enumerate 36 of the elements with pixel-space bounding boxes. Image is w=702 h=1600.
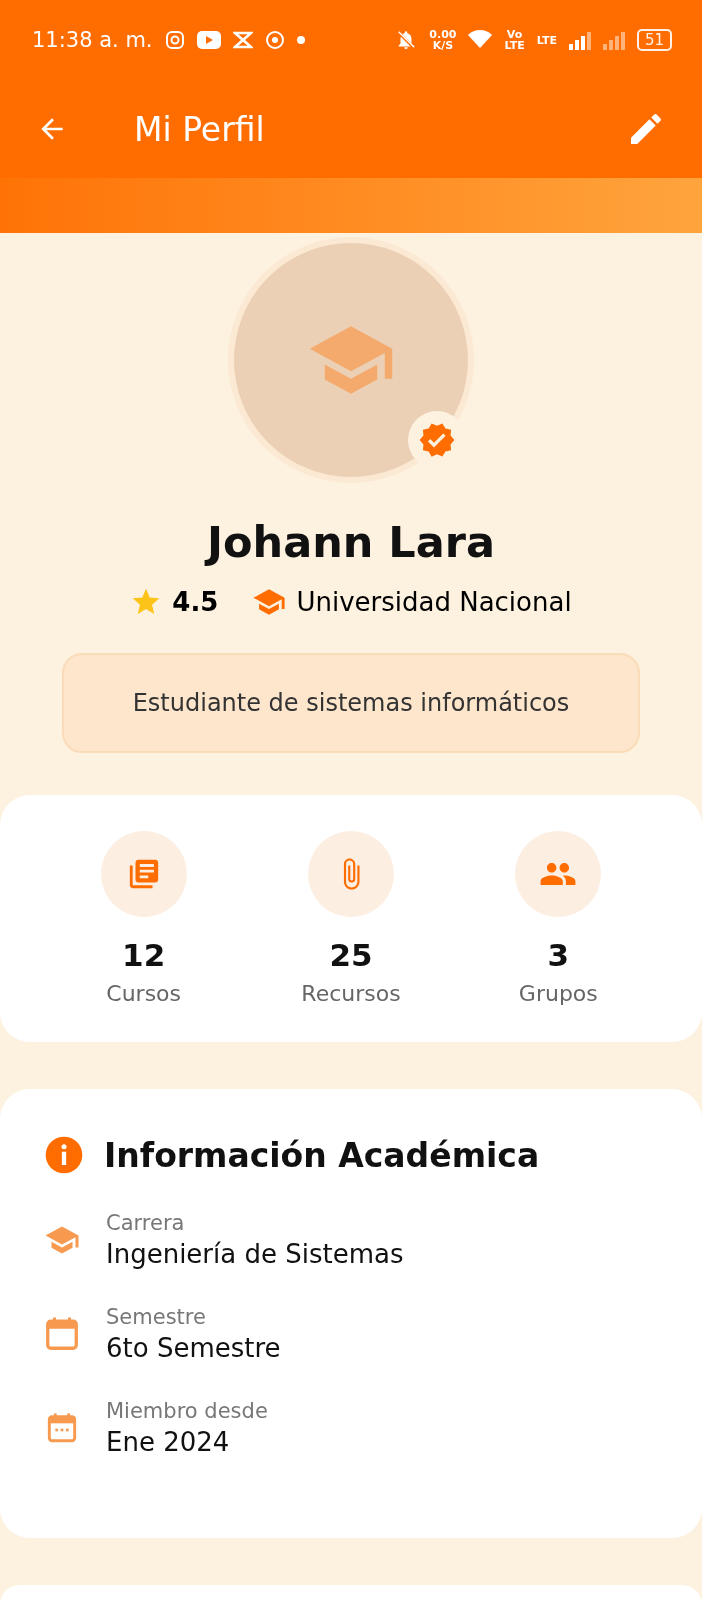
lte-label: LTE [536,33,557,47]
bio-text: Estudiante de sistemas informáticos [62,653,640,753]
status-time: 11:38 a. m. [32,28,153,52]
net-speed: 0.00 [429,29,457,40]
wifi-icon [468,30,493,50]
stat-label: Recursos [301,981,401,1006]
coin-icon [264,30,285,50]
dot-icon [296,36,305,44]
play-icon [196,31,221,49]
stat-value: 3 [547,937,570,973]
stat-label: Grupos [518,981,598,1006]
signal-icon [602,30,625,50]
calendar-icon [44,1315,80,1353]
net-unit: K/S [432,40,454,51]
section-title: Información Académica [104,1135,540,1175]
info-label: Semestre [106,1305,207,1329]
signal-icon [568,30,591,50]
screen-title: Mi Perfil [134,109,266,149]
volte-label: LTE [504,40,525,51]
volte-label: Vo [506,29,523,40]
calendar-icon [46,1411,78,1445]
info-value: 6to Semestre [106,1333,281,1363]
camera-icon [164,30,185,50]
university: Universidad Nacional [296,587,572,617]
battery-level: 51 [636,29,672,51]
verified-icon [418,421,456,459]
info-icon [44,1135,84,1175]
info-value: Ene 2024 [106,1427,231,1457]
muted-bell-icon [395,29,418,51]
stat-label: Cursos [106,981,181,1006]
rating: 4.5 [172,587,219,617]
info-label: Carrera [106,1211,186,1235]
info-value: Ingeniería de Sistemas [106,1239,404,1269]
stat-value: 25 [329,937,373,973]
stat-value: 12 [122,937,166,973]
info-label: Miembro desde [106,1399,268,1423]
